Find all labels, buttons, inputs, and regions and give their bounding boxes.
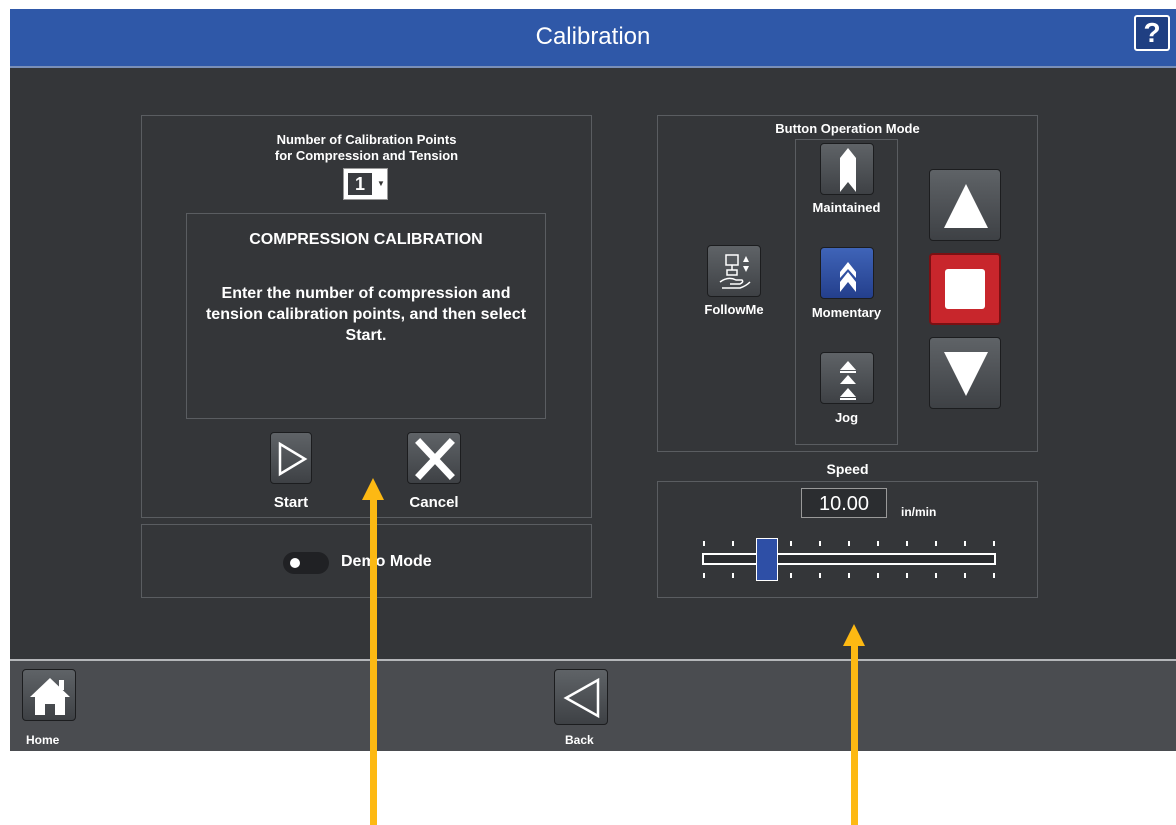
close-icon bbox=[415, 438, 455, 480]
speed-slider-track[interactable] bbox=[702, 553, 996, 565]
maintained-button[interactable] bbox=[820, 143, 874, 195]
operation-mode-title: Button Operation Mode bbox=[775, 121, 920, 136]
maintained-label: Maintained bbox=[812, 200, 881, 215]
stop-button[interactable] bbox=[929, 253, 1001, 325]
chevron-down-icon: ▼ bbox=[377, 179, 385, 188]
speed-slider-thumb[interactable] bbox=[756, 538, 778, 581]
jog-button[interactable] bbox=[820, 352, 874, 404]
speed-title: Speed bbox=[826, 461, 869, 477]
points-label-line2: for Compression and Tension bbox=[274, 148, 459, 163]
play-icon bbox=[278, 441, 308, 477]
stop-square-icon bbox=[945, 269, 985, 309]
help-button[interactable]: ? bbox=[1134, 15, 1170, 51]
title-bar: Calibration ? bbox=[10, 9, 1176, 68]
start-label: Start bbox=[273, 494, 309, 511]
momentary-button[interactable] bbox=[820, 247, 874, 299]
back-label: Back bbox=[565, 733, 594, 747]
message-title: COMPRESSION CALIBRATION bbox=[249, 231, 483, 248]
jog-up-button[interactable] bbox=[929, 169, 1001, 241]
maintained-arrow-icon bbox=[840, 148, 856, 192]
demo-mode-label: Demo Mode bbox=[341, 553, 432, 570]
back-button[interactable] bbox=[554, 669, 608, 725]
speed-unit: in/min bbox=[901, 505, 937, 519]
points-select[interactable]: 1 ▼ bbox=[343, 168, 388, 200]
home-button[interactable] bbox=[22, 669, 76, 721]
jog-down-button[interactable] bbox=[929, 337, 1001, 409]
start-button[interactable] bbox=[270, 432, 312, 484]
speed-input[interactable]: 10.00 bbox=[801, 488, 887, 518]
points-label-line1: Number of Calibration Points bbox=[276, 132, 457, 147]
jog-triangles-icon bbox=[840, 361, 856, 400]
followme-button[interactable] bbox=[707, 245, 761, 297]
home-label: Home bbox=[26, 733, 60, 747]
message-body: Enter the number of compression and tens… bbox=[205, 285, 527, 344]
followme-label: FollowMe bbox=[704, 302, 764, 317]
cancel-label: Cancel bbox=[409, 494, 459, 511]
cancel-button[interactable] bbox=[407, 432, 461, 484]
followme-hand-icon bbox=[719, 254, 751, 289]
up-triangle-icon bbox=[944, 184, 988, 228]
jog-label: Jog bbox=[834, 410, 859, 425]
momentary-chevron-icon bbox=[840, 262, 856, 292]
home-icon bbox=[30, 678, 70, 715]
momentary-label: Momentary bbox=[811, 305, 882, 320]
down-triangle-icon bbox=[944, 352, 988, 396]
back-triangle-icon bbox=[563, 677, 600, 719]
points-select-value: 1 bbox=[348, 173, 372, 195]
page-title: Calibration bbox=[535, 23, 651, 50]
toggle-knob bbox=[290, 558, 300, 568]
demo-mode-toggle[interactable] bbox=[283, 552, 329, 574]
